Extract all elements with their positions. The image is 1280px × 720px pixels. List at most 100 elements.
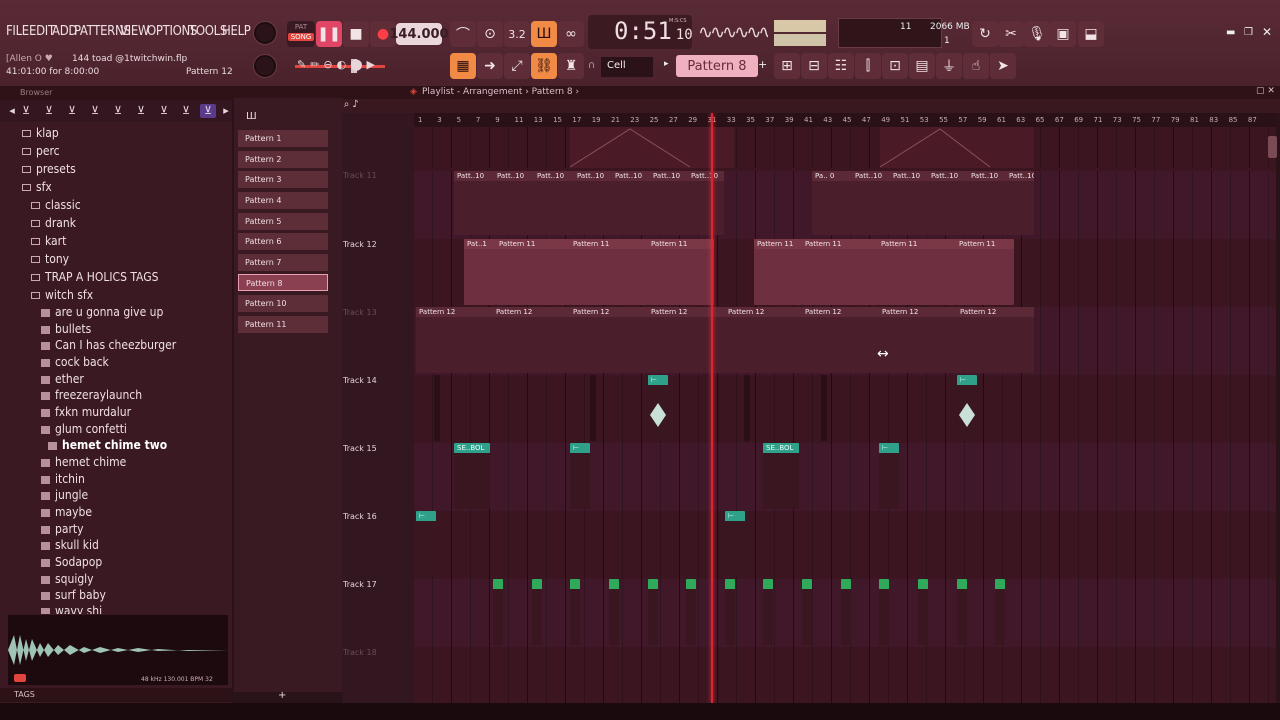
playhead[interactable]: [711, 113, 713, 703]
menu-file[interactable]: FILE: [6, 24, 29, 39]
audio-clip[interactable]: [493, 579, 503, 645]
pattern-item[interactable]: Pattern 5: [238, 213, 328, 230]
pattern-item[interactable]: Pattern 3: [238, 171, 328, 188]
file-item[interactable]: fxkn murdalur: [41, 405, 131, 419]
audio-clip[interactable]: [434, 375, 440, 441]
track-lane[interactable]: [414, 647, 1276, 703]
pattern-clip[interactable]: Patt..10: [494, 171, 534, 235]
folder-drank[interactable]: drank: [31, 216, 76, 230]
pattern-clip[interactable]: Pattern 11: [878, 239, 956, 305]
loop-record-button[interactable]: ∞: [558, 21, 584, 47]
pause-button[interactable]: ❚❚: [316, 21, 342, 47]
automation-clip[interactable]: [570, 127, 734, 168]
filter-icon[interactable]: ⊻: [156, 104, 172, 118]
filter-icon[interactable]: ⊻: [133, 104, 149, 118]
wait-input-button[interactable]: ⊙: [477, 21, 503, 47]
pattern-clip[interactable]: Patt..10: [890, 171, 928, 235]
mixer-button[interactable]: ☷: [828, 53, 854, 79]
pattern-clip[interactable]: Pattern 12: [570, 307, 648, 373]
project-button[interactable]: ▤: [909, 53, 935, 79]
arrow-button[interactable]: ➜: [477, 53, 503, 79]
file-item[interactable]: party: [41, 522, 84, 536]
pattern-clip[interactable]: Pattern 11: [802, 239, 878, 305]
pattern-clip[interactable]: Patt..10: [688, 171, 724, 235]
minimize-icon[interactable]: ▬: [1226, 27, 1235, 38]
folder-tony[interactable]: tony: [31, 252, 69, 266]
more-button[interactable]: ➤: [990, 53, 1016, 79]
pattern-clip[interactable]: Pattern 12: [957, 307, 1034, 373]
menu-view[interactable]: VIEW: [120, 24, 150, 39]
pattern-clip[interactable]: Patt..10: [534, 171, 574, 235]
pattern-clip[interactable]: Patt..10: [574, 171, 612, 235]
file-item[interactable]: bullets: [41, 322, 91, 336]
pattern-clip[interactable]: Patt..10: [454, 171, 494, 235]
audio-clip[interactable]: ⊢: [725, 511, 745, 577]
audio-clip[interactable]: [744, 375, 750, 441]
audio-clip[interactable]: [957, 579, 967, 645]
stamp-button[interactable]: ♜: [558, 53, 584, 79]
file-item-selected[interactable]: hemet chime two: [48, 438, 167, 452]
paint-button[interactable]: ⤢: [504, 53, 530, 79]
folder-trap-a-holics-tags[interactable]: TRAP A HOLICS TAGS: [31, 270, 158, 284]
pattern-clip[interactable]: Patt..10: [612, 171, 650, 235]
filter-icon[interactable]: ⊻: [18, 104, 34, 118]
play-preview-button[interactable]: [14, 674, 26, 682]
audio-clip[interactable]: ⊢: [570, 443, 590, 509]
link-button[interactable]: ⛓: [531, 53, 557, 79]
file-item[interactable]: ether: [41, 372, 84, 386]
timeline-ruler[interactable]: 1357911131517192123252729313335373941434…: [414, 113, 1276, 127]
close-icon[interactable]: ✕: [1262, 25, 1272, 39]
pattern-clip[interactable]: Pattern 12: [493, 307, 570, 373]
file-item[interactable]: Can I has cheezburger: [41, 338, 176, 352]
touch-keyboard-button[interactable]: ☝: [963, 53, 989, 79]
expand-icon[interactable]: ▸: [218, 104, 234, 118]
pattern-clip[interactable]: Pattern 11: [570, 239, 648, 305]
metronome-button[interactable]: ⌒: [450, 21, 476, 47]
track-header[interactable]: Track 13: [343, 308, 413, 376]
cut-button[interactable]: ✂: [998, 21, 1024, 47]
save-button[interactable]: ▣: [1050, 21, 1076, 47]
master-pitch-knob[interactable]: [254, 55, 276, 77]
add-track-icon[interactable]: +: [278, 690, 286, 701]
track-header[interactable]: Track 11: [343, 171, 413, 239]
track-header[interactable]: Track 16: [343, 512, 413, 580]
file-item[interactable]: freezeraylaunch: [41, 388, 142, 402]
audio-record-button[interactable]: 🎙: [1024, 21, 1050, 47]
pattern-item[interactable]: Pattern 6: [238, 233, 328, 250]
pattern-clip[interactable]: Patt..10: [1006, 171, 1034, 235]
folder-perc[interactable]: perc: [22, 144, 60, 158]
snap-selector[interactable]: Cell: [601, 57, 653, 77]
audio-clip[interactable]: ⊢: [879, 443, 899, 509]
audio-clip[interactable]: [802, 579, 812, 645]
pattern-item[interactable]: Pattern 1: [238, 130, 328, 147]
audio-clip[interactable]: [725, 579, 735, 645]
folder-sfx[interactable]: sfx: [22, 180, 52, 194]
file-item[interactable]: are u gonna give up: [41, 305, 163, 319]
file-item[interactable]: jungle: [41, 488, 88, 502]
file-item[interactable]: surf baby: [41, 588, 106, 602]
folder-kart[interactable]: kart: [31, 234, 66, 248]
restore-icon[interactable]: ❐: [1244, 27, 1253, 38]
audio-clip[interactable]: SE..BOL: [763, 443, 799, 509]
pattern-clip[interactable]: Patt..10: [852, 171, 890, 235]
window-controls-icon[interactable]: ▢ ✕: [1256, 86, 1275, 96]
playlist-button[interactable]: ▦: [450, 53, 476, 79]
audio-clip[interactable]: [686, 579, 696, 645]
audio-clip[interactable]: [841, 579, 851, 645]
folder-classic[interactable]: classic: [31, 198, 81, 212]
plugin-picker-button[interactable]: ⫿: [855, 53, 881, 79]
playlist-grid[interactable]: 1357911131517192123252729313335373941434…: [414, 113, 1276, 703]
pattern-clip[interactable]: Patt..10: [928, 171, 968, 235]
pat-song-toggle[interactable]: PAT SONG: [287, 21, 315, 47]
stop-button[interactable]: ■: [343, 21, 369, 47]
menu-help[interactable]: HELP: [222, 24, 251, 39]
pattern-clip[interactable]: Patt..10: [650, 171, 688, 235]
pattern-item[interactable]: Pattern 11: [238, 316, 328, 333]
piano-roll-button[interactable]: ⊞: [774, 53, 800, 79]
audio-clip[interactable]: [532, 579, 542, 645]
vertical-scrollbar[interactable]: [1268, 136, 1277, 158]
pattern-clip[interactable]: Pattern 12: [416, 307, 493, 373]
folder-presets[interactable]: presets: [22, 162, 76, 176]
tempo-display[interactable]: 144.000: [389, 23, 449, 45]
pattern-item-selected[interactable]: Pattern 8: [238, 274, 328, 291]
